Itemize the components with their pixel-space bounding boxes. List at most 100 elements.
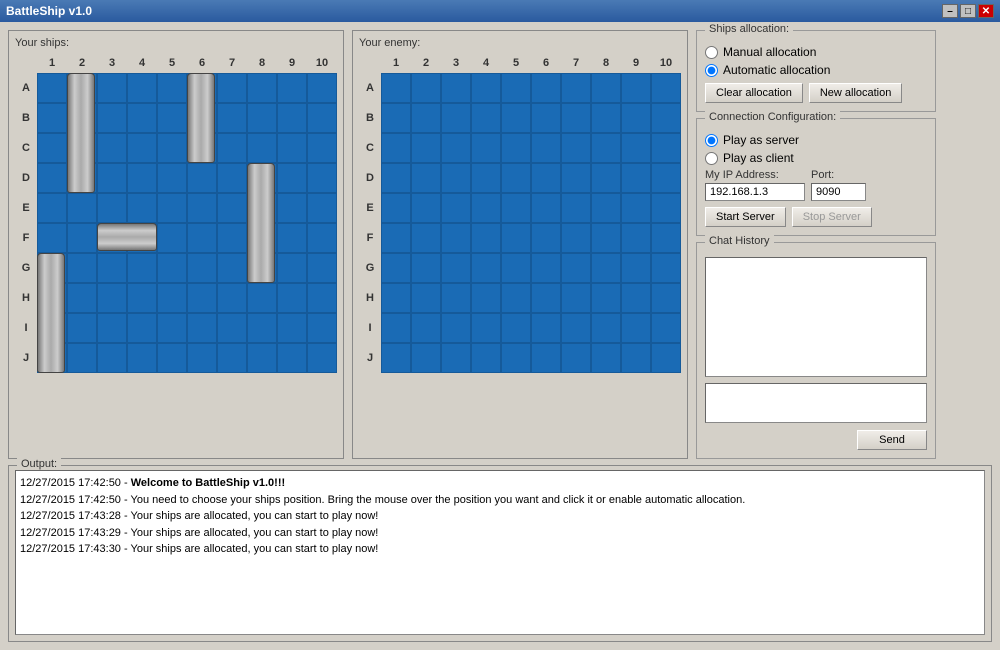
- enemy-cell[interactable]: [471, 253, 501, 283]
- enemy-cell[interactable]: [651, 133, 681, 163]
- enemy-cell[interactable]: [591, 193, 621, 223]
- enemy-cell[interactable]: [501, 73, 531, 103]
- enemy-cell[interactable]: [501, 223, 531, 253]
- enemy-cell[interactable]: [651, 283, 681, 313]
- enemy-cell[interactable]: [501, 103, 531, 133]
- enemy-cell[interactable]: [591, 313, 621, 343]
- enemy-cell[interactable]: [471, 133, 501, 163]
- enemy-cell[interactable]: [531, 253, 561, 283]
- enemy-cell[interactable]: [471, 163, 501, 193]
- enemy-cell[interactable]: [561, 283, 591, 313]
- enemy-cell[interactable]: [381, 283, 411, 313]
- enemy-cell[interactable]: [651, 103, 681, 133]
- enemy-cell[interactable]: [411, 163, 441, 193]
- enemy-cell[interactable]: [621, 343, 651, 373]
- enemy-cell[interactable]: [591, 283, 621, 313]
- enemy-cell[interactable]: [381, 163, 411, 193]
- enemy-cell[interactable]: [591, 223, 621, 253]
- enemy-cell[interactable]: [441, 283, 471, 313]
- enemy-cell[interactable]: [561, 103, 591, 133]
- enemy-cell[interactable]: [381, 133, 411, 163]
- enemy-cell[interactable]: [501, 313, 531, 343]
- enemy-cell[interactable]: [561, 253, 591, 283]
- enemy-cell[interactable]: [381, 193, 411, 223]
- enemy-cell[interactable]: [621, 313, 651, 343]
- enemy-cell[interactable]: [441, 223, 471, 253]
- enemy-cell[interactable]: [621, 163, 651, 193]
- play-server-radio[interactable]: [705, 134, 718, 147]
- enemy-cell[interactable]: [411, 223, 441, 253]
- stop-server-button[interactable]: Stop Server: [792, 207, 872, 227]
- start-server-button[interactable]: Start Server: [705, 207, 786, 227]
- enemy-cell[interactable]: [471, 223, 501, 253]
- enemy-cell[interactable]: [441, 313, 471, 343]
- enemy-cell[interactable]: [621, 253, 651, 283]
- enemy-cell[interactable]: [651, 163, 681, 193]
- enemy-cell[interactable]: [591, 253, 621, 283]
- enemy-cell[interactable]: [411, 343, 441, 373]
- chat-input[interactable]: [705, 383, 927, 423]
- automatic-allocation-radio[interactable]: [705, 64, 718, 77]
- enemy-cell[interactable]: [441, 133, 471, 163]
- enemy-cell[interactable]: [471, 103, 501, 133]
- enemy-cell[interactable]: [501, 283, 531, 313]
- enemy-cell[interactable]: [441, 103, 471, 133]
- enemy-cell[interactable]: [531, 193, 561, 223]
- enemy-cell[interactable]: [651, 343, 681, 373]
- close-button[interactable]: ✕: [978, 4, 994, 18]
- enemy-cell[interactable]: [561, 73, 591, 103]
- enemy-cell[interactable]: [621, 133, 651, 163]
- maximize-button[interactable]: □: [960, 4, 976, 18]
- enemy-cell[interactable]: [531, 343, 561, 373]
- enemy-cell[interactable]: [501, 253, 531, 283]
- enemy-cell[interactable]: [411, 283, 441, 313]
- enemy-cell[interactable]: [531, 133, 561, 163]
- manual-allocation-radio[interactable]: [705, 46, 718, 59]
- send-button[interactable]: Send: [857, 430, 927, 450]
- enemy-cell[interactable]: [501, 343, 531, 373]
- enemy-cell[interactable]: [501, 133, 531, 163]
- enemy-cell[interactable]: [441, 343, 471, 373]
- enemy-cell[interactable]: [381, 73, 411, 103]
- enemy-cell[interactable]: [651, 193, 681, 223]
- enemy-cell[interactable]: [621, 103, 651, 133]
- enemy-cell[interactable]: [501, 193, 531, 223]
- enemy-cell[interactable]: [531, 313, 561, 343]
- enemy-cell[interactable]: [561, 193, 591, 223]
- enemy-cell[interactable]: [621, 283, 651, 313]
- enemy-cell[interactable]: [471, 343, 501, 373]
- enemy-cell[interactable]: [411, 103, 441, 133]
- enemy-cell[interactable]: [591, 73, 621, 103]
- enemy-cell[interactable]: [501, 163, 531, 193]
- enemy-cell[interactable]: [621, 193, 651, 223]
- enemy-cell[interactable]: [381, 103, 411, 133]
- enemy-cell[interactable]: [381, 313, 411, 343]
- enemy-cell[interactable]: [531, 283, 561, 313]
- enemy-cell[interactable]: [561, 163, 591, 193]
- enemy-cell[interactable]: [621, 223, 651, 253]
- enemy-cell[interactable]: [591, 343, 621, 373]
- ip-input[interactable]: [705, 183, 805, 201]
- enemy-cell[interactable]: [471, 283, 501, 313]
- enemy-cell[interactable]: [651, 73, 681, 103]
- enemy-cell[interactable]: [441, 253, 471, 283]
- enemy-cell[interactable]: [651, 253, 681, 283]
- enemy-cell[interactable]: [651, 313, 681, 343]
- enemy-cell[interactable]: [651, 223, 681, 253]
- enemy-cell[interactable]: [531, 73, 561, 103]
- enemy-cell[interactable]: [471, 73, 501, 103]
- play-client-radio[interactable]: [705, 152, 718, 165]
- enemy-cell[interactable]: [531, 163, 561, 193]
- enemy-cell[interactable]: [381, 343, 411, 373]
- clear-allocation-button[interactable]: Clear allocation: [705, 83, 803, 103]
- enemy-cell[interactable]: [441, 193, 471, 223]
- enemy-cell[interactable]: [621, 73, 651, 103]
- enemy-cell[interactable]: [381, 253, 411, 283]
- enemy-cell[interactable]: [411, 193, 441, 223]
- port-input[interactable]: [811, 183, 866, 201]
- enemy-cell[interactable]: [411, 133, 441, 163]
- enemy-cell[interactable]: [381, 223, 411, 253]
- minimize-button[interactable]: –: [942, 4, 958, 18]
- enemy-cell[interactable]: [591, 103, 621, 133]
- enemy-cell[interactable]: [441, 163, 471, 193]
